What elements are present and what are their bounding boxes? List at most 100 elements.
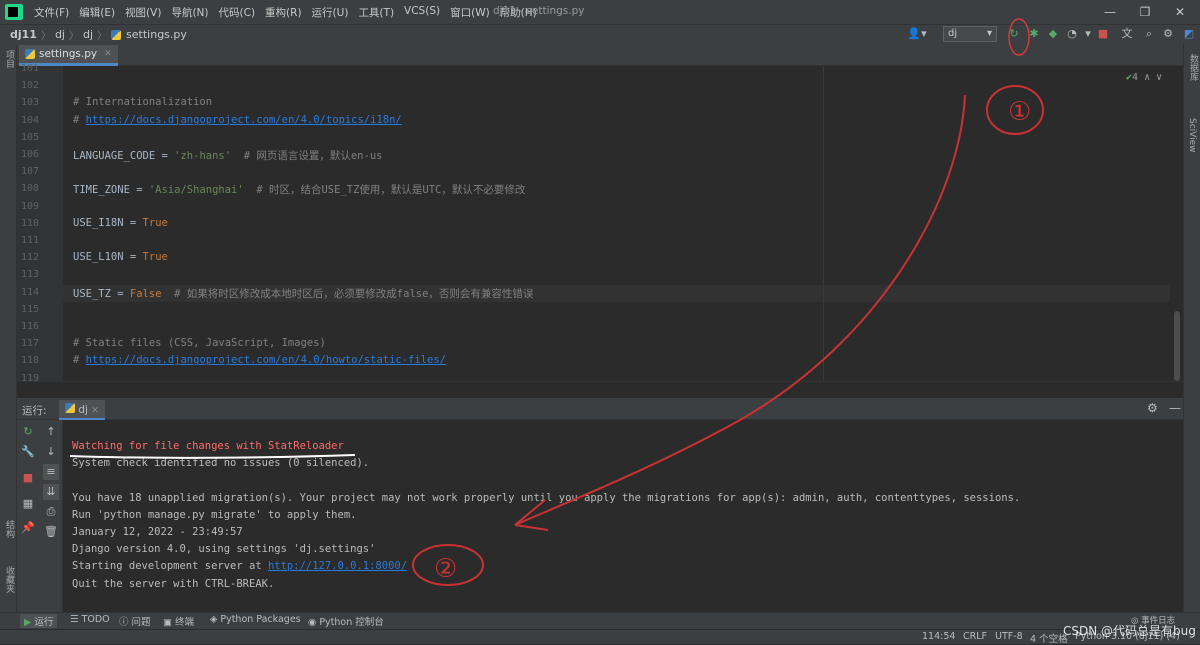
menu-item[interactable]: VCS(S) (399, 5, 445, 20)
right-tool-strip: 数据库 SciView (1183, 44, 1200, 612)
menu-item[interactable]: 工具(T) (353, 5, 399, 20)
code-comment: # 如果将时区修改成本地时区后，必须要修改成false，否则会有兼容性错误 (161, 287, 534, 300)
run-config-label: dj (948, 28, 958, 39)
code-editor[interactable]: ✔4 ∧ ∨ # Internationalization # https://d… (63, 66, 1183, 381)
keyword: True (142, 251, 168, 264)
tab-label: settings.py (39, 48, 98, 60)
doc-link[interactable]: https://docs.djangoproject.com/en/4.0/ho… (86, 354, 446, 366)
profile-icon[interactable]: ◔ (1065, 27, 1079, 41)
code-token: USE_I18N = (73, 216, 143, 229)
stop-icon[interactable]: ■ (20, 470, 36, 486)
menu-item[interactable]: 文件(F) (29, 5, 74, 20)
rerun-icon[interactable]: ↻ (20, 424, 36, 440)
doc-link[interactable]: https://docs.djangoproject.com/en/4.0/to… (86, 114, 402, 126)
rerun-icon[interactable]: ↻ (1007, 27, 1021, 41)
code-line[interactable]: TIME_ZONE = 'Asia/Shanghai' # 时区，结合USE_T… (73, 182, 525, 197)
python-run-icon (65, 403, 75, 413)
ide-update-icon[interactable]: ◩ (1182, 27, 1196, 41)
project-tool-label[interactable]: 项目 (3, 50, 16, 68)
problems-tool-tab[interactable]: ⓘ 问题 (119, 614, 151, 628)
file-encoding[interactable]: UTF-8 (995, 631, 1023, 642)
line-number: 113 (20, 269, 39, 281)
translate-icon[interactable]: 文 (1120, 27, 1134, 41)
menu-bar: 文件(F) 编辑(E) 视图(V) 导航(N) 代码(C) 重构(R) 运行(U) 工具(T)… (0, 0, 1200, 24)
layout-icon[interactable]: ▦ (20, 496, 36, 512)
inspection-widget[interactable]: ✔4 ∧ ∨ (1126, 72, 1162, 83)
run-tool-tab[interactable]: ▶ 运行 (20, 614, 58, 628)
coverage-icon[interactable]: ◆ (1046, 27, 1060, 41)
console-text: Django version 4.0, using settings 'dj.s… (72, 543, 376, 556)
code-line[interactable]: # https://docs.djangoproject.com/en/4.0/… (73, 114, 402, 126)
breadcrumb-folder[interactable]: dj (53, 28, 67, 41)
hide-panel-icon[interactable]: — (1169, 401, 1181, 415)
server-url-link[interactable]: http://127.0.0.1:8000/ (268, 560, 407, 572)
todo-tool-tab[interactable]: ☰ TODO (70, 614, 110, 625)
bottom-tool-tabs: ▶ 运行 ☰ TODO ⓘ 问题 ▣ 终端 ◈ Python Packages … (0, 612, 1200, 629)
run-configuration-select[interactable]: dj ▾ (943, 26, 997, 42)
structure-tool-label[interactable]: 结构 (3, 520, 16, 538)
trash-icon[interactable]: 🗑 (43, 524, 59, 540)
maximize-icon[interactable]: ❐ (1130, 2, 1160, 22)
sciview-tool-label[interactable]: SciView (1187, 118, 1197, 153)
menu-item[interactable]: 编辑(E) (74, 5, 120, 20)
bookmarks-tool-label[interactable]: 收藏夹 (3, 566, 16, 593)
code-line[interactable]: # Internationalization (73, 96, 212, 108)
menu-item[interactable]: 运行(U) (307, 5, 354, 20)
pin-icon[interactable]: 📌 (20, 520, 36, 536)
print-icon[interactable]: ⎙ (43, 504, 59, 520)
user-icon[interactable]: 👤▾ (906, 27, 928, 41)
code-line[interactable]: USE_L10N = True (73, 251, 168, 263)
breadcrumb-folder[interactable]: dj (81, 28, 95, 41)
close-run-tab-icon[interactable]: ✕ (91, 406, 99, 416)
arrow-up-icon[interactable]: ↑ (43, 424, 59, 440)
scroll-to-end-icon[interactable]: ⇊ (43, 484, 59, 500)
soft-wrap-icon[interactable]: ≡ (43, 464, 59, 480)
python-console-tool-tab[interactable]: ◉ Python 控制台 (308, 614, 384, 628)
editor-scrollbar[interactable] (1174, 311, 1180, 381)
panel-splitter[interactable] (17, 381, 1183, 398)
code-line[interactable]: # Static files (CSS, JavaScript, Images) (73, 337, 326, 349)
window-title: dj11 - settings.py (493, 5, 585, 17)
arrow-down-icon[interactable]: ↓ (43, 444, 59, 460)
menu-item[interactable]: 窗口(W) (445, 5, 495, 20)
run-console-output[interactable]: Watching for file changes with StatReloa… (63, 420, 1183, 612)
caret-position[interactable]: 114:54 (922, 631, 955, 642)
menu-item[interactable]: 重构(R) (260, 5, 307, 20)
wrench-icon[interactable]: 🔧 (20, 444, 36, 460)
menu-item[interactable]: 代码(C) (214, 5, 261, 20)
run-tab-dj[interactable]: dj ✕ (59, 400, 105, 420)
line-number: 118 (20, 355, 39, 367)
code-token: USE_L10N = (73, 251, 143, 264)
breadcrumb-project[interactable]: dj11 (8, 28, 39, 41)
breadcrumb-file[interactable]: settings.py (124, 28, 189, 41)
line-separator[interactable]: CRLF (963, 631, 987, 642)
debug-icon[interactable]: ✱ (1027, 27, 1041, 41)
minimize-icon[interactable]: — (1095, 2, 1125, 22)
database-tool-label[interactable]: 数据库 (1187, 54, 1200, 81)
indent-setting[interactable]: 4 个空格 (1030, 631, 1068, 645)
code-line[interactable]: # https://docs.djangoproject.com/en/4.0/… (73, 354, 446, 366)
close-tab-icon[interactable]: ✕ (104, 49, 112, 59)
menu-item[interactable]: 导航(N) (166, 5, 213, 20)
pycharm-logo-icon (5, 4, 23, 20)
status-bar: 114:54 CRLF UTF-8 4 个空格 Python 3.10 (dj1… (0, 629, 1200, 645)
settings-icon[interactable]: ⚙ (1161, 27, 1175, 41)
comment-prefix: # (73, 354, 86, 367)
stop-icon[interactable]: ■ (1096, 27, 1110, 41)
console-line: January 12, 2022 - 23:49:57 (72, 526, 243, 538)
python-packages-tool-tab[interactable]: ◈ Python Packages (210, 614, 301, 625)
code-line[interactable]: USE_I18N = True (73, 217, 168, 229)
close-icon[interactable]: ✕ (1165, 2, 1195, 22)
terminal-tool-tab[interactable]: ▣ 终端 (163, 614, 194, 628)
settings-icon[interactable]: ⚙ (1147, 401, 1158, 415)
code-line[interactable]: USE_TZ = False # 如果将时区修改成本地时区后，必须要修改成fal… (73, 286, 533, 301)
list-icon: ☰ (70, 614, 79, 625)
python-console-icon: ◉ (308, 617, 317, 628)
code-line[interactable]: LANGUAGE_CODE = 'zh-hans' # 网页语言设置，默认en-… (73, 148, 382, 163)
menu-item[interactable]: 视图(V) (120, 5, 166, 20)
line-number: 116 (20, 321, 39, 332)
search-icon[interactable]: ⌕ (1142, 27, 1156, 41)
chevron-right-icon: 〉 (69, 31, 79, 42)
more-run-icon[interactable]: ▾ (1081, 27, 1095, 41)
line-number: 101 (20, 63, 39, 74)
